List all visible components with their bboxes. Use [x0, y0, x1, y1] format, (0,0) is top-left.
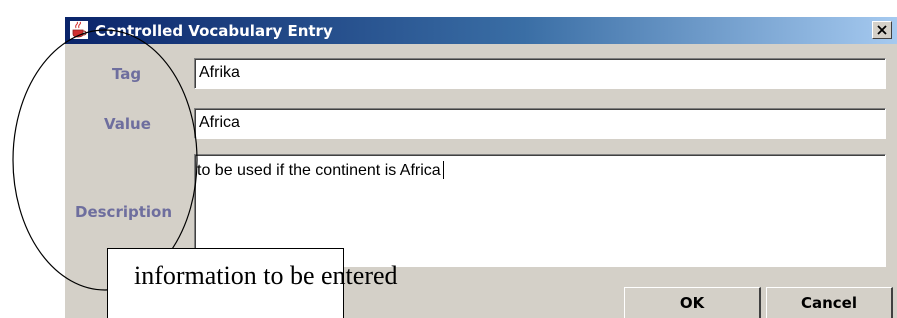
- close-button[interactable]: [872, 21, 892, 39]
- ok-button[interactable]: OK: [624, 287, 761, 318]
- description-label: Description: [75, 203, 173, 221]
- value-input[interactable]: Africa: [194, 108, 886, 139]
- window-title: Controlled Vocabulary Entry: [95, 22, 333, 40]
- cancel-button[interactable]: Cancel: [766, 287, 893, 318]
- tag-label: Tag: [112, 65, 142, 83]
- description-text: to be used if the continent is Africa: [197, 162, 441, 179]
- callout-text: information to be entered: [134, 261, 398, 290]
- close-icon: [877, 25, 887, 35]
- value-label: Value: [104, 115, 151, 133]
- annotation-callout: information to be entered: [107, 248, 398, 318]
- title-bar[interactable]: Controlled Vocabulary Entry: [65, 17, 897, 44]
- text-caret: [442, 161, 444, 179]
- tag-input[interactable]: Afrika: [194, 58, 886, 89]
- java-cup-icon: [70, 21, 88, 39]
